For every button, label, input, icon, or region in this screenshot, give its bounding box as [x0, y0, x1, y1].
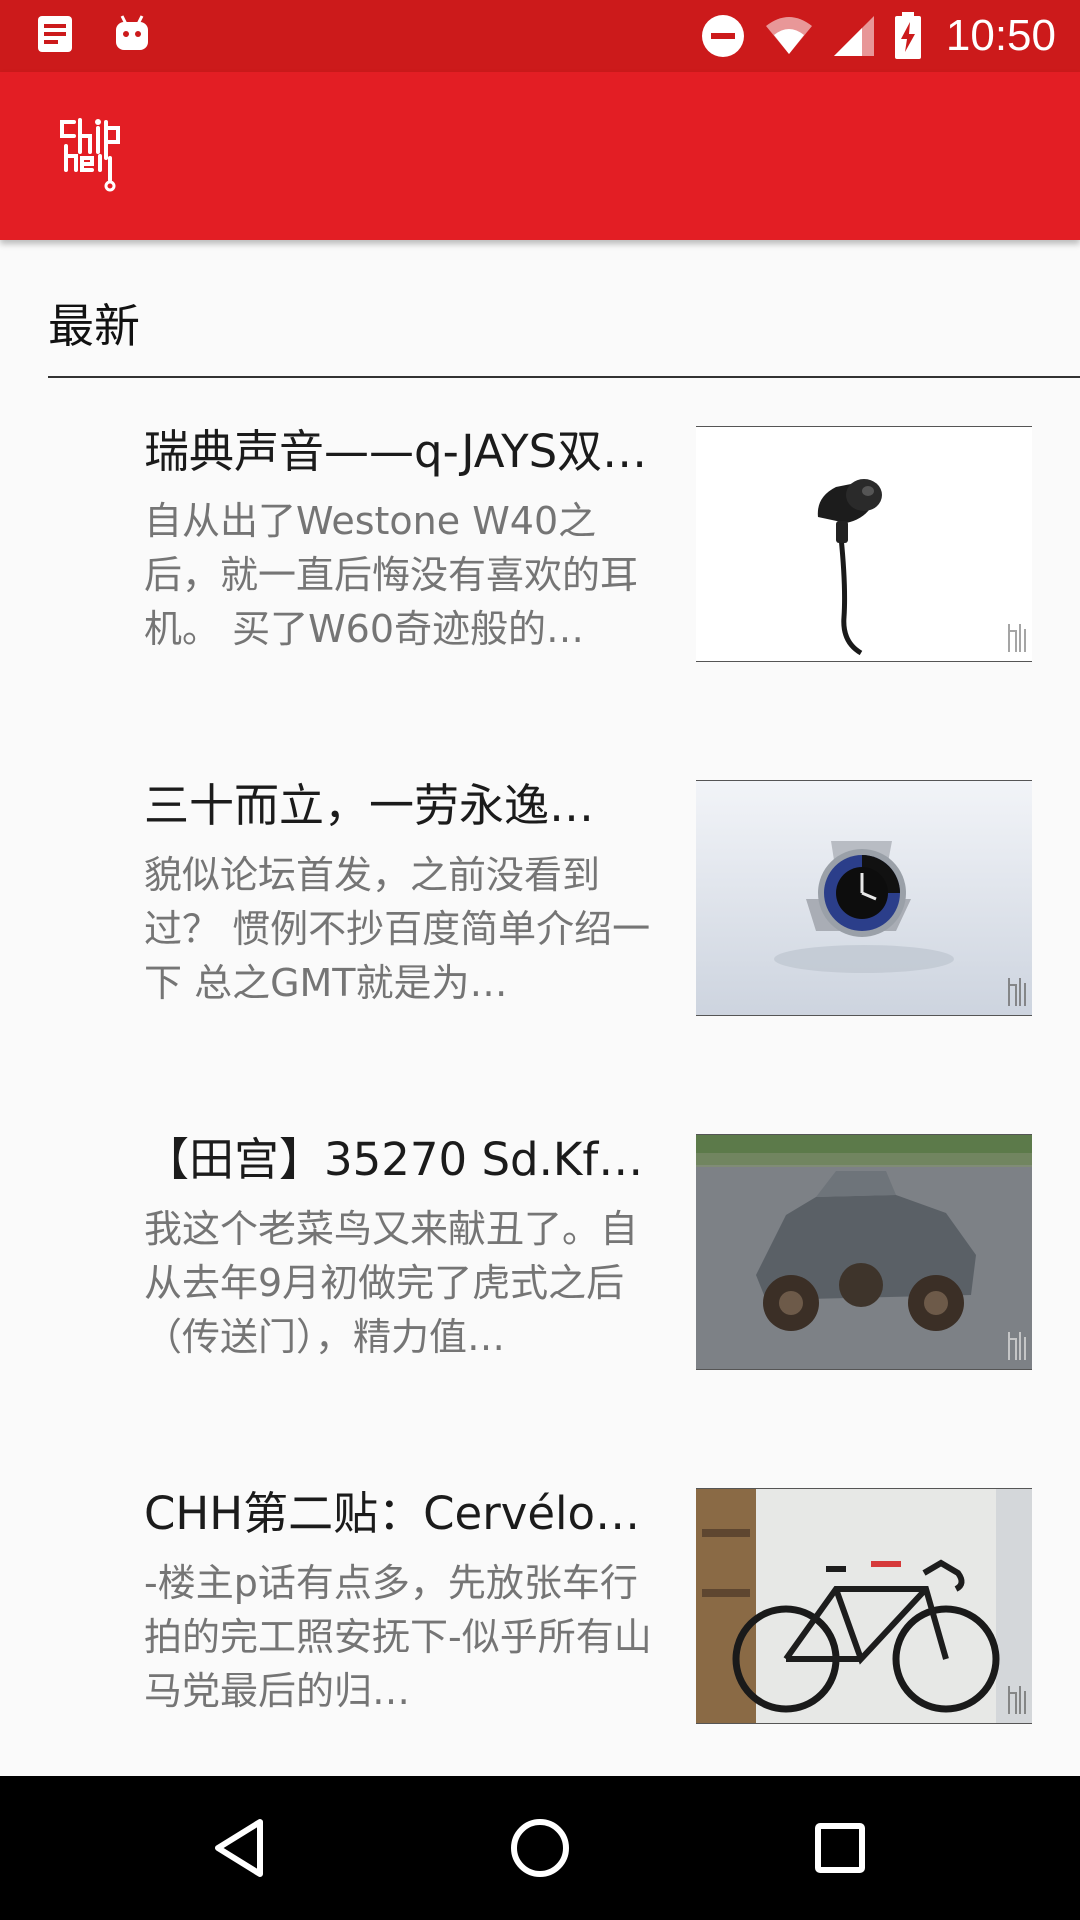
home-icon[interactable] — [504, 1812, 576, 1884]
status-bar: 10:50 — [0, 0, 1080, 72]
watermark-logo — [1008, 1686, 1026, 1714]
chiphell-logo[interactable] — [58, 118, 134, 194]
feed-item-excerpt: 貌似论坛首发，之前没看到过？ 惯例不抄百度简单介绍一下 总之GMT就是为… — [144, 853, 651, 1005]
feed-item-text: 【田宫】35270 Sd.Kf… 我这个老菜鸟又来献丑了。自从去年9月初做完了虎… — [144, 1132, 654, 1364]
back-icon[interactable] — [204, 1812, 276, 1884]
feed-item-title: 瑞典声音——q-JAYS双… — [144, 425, 648, 478]
screen: 10:50 最新 瑞典声音——q-JAYS双… 自从出了Westone W40之… — [0, 0, 1080, 1920]
armored-car-model-photo[interactable] — [696, 1134, 1032, 1370]
recents-icon[interactable] — [804, 1812, 876, 1884]
status-right: 10:50 — [700, 0, 1056, 72]
watch-photo[interactable] — [696, 780, 1032, 1016]
feed-item[interactable]: CHH第二贴：Cervélo … -楼主p话有点多，先放张车行拍的完工照安抚下-… — [0, 1440, 1080, 1740]
road-bike-photo[interactable] — [696, 1488, 1032, 1724]
app-bar — [0, 72, 1080, 240]
feed-item[interactable]: 三十而立，一劳永逸… 貌似论坛首发，之前没看到过？ 惯例不抄百度简单介绍一下 总… — [0, 732, 1080, 1032]
feed-item[interactable]: 【田宫】35270 Sd.Kf… 我这个老菜鸟又来献丑了。自从去年9月初做完了虎… — [0, 1086, 1080, 1386]
android-icon — [116, 15, 148, 50]
feed-item-excerpt: 我这个老菜鸟又来献丑了。自从去年9月初做完了虎式之后（传送门），精力值… — [144, 1207, 639, 1359]
section-title: 最新 — [48, 299, 140, 353]
notification-doc-icon — [38, 16, 72, 52]
feed-item-excerpt: 自从出了Westone W40之后，就一直后悔没有喜欢的耳机。 买了W60奇迹般… — [144, 499, 639, 651]
battery-charging-icon — [894, 12, 921, 59]
nav-bar — [0, 1776, 1080, 1920]
watermark-logo — [1008, 1332, 1026, 1360]
feed-item-title: 三十而立，一劳永逸… — [144, 779, 595, 832]
watermark-logo — [1008, 624, 1026, 652]
feed-item-text: 瑞典声音——q-JAYS双… 自从出了Westone W40之后，就一直后悔没有… — [144, 424, 654, 656]
earphone-photo[interactable] — [696, 426, 1032, 662]
feed-item-title: 【田宫】35270 Sd.Kf… — [144, 1133, 644, 1186]
feed-item-excerpt: -楼主p话有点多，先放张车行拍的完工照安抚下-似乎所有山马党最后的归… — [144, 1561, 652, 1713]
feed-item-title: CHH第二贴：Cervélo … — [144, 1487, 654, 1540]
wifi-icon — [765, 17, 812, 54]
status-left — [36, 12, 152, 56]
feed-item[interactable]: 瑞典声音——q-JAYS双… 自从出了Westone W40之后，就一直后悔没有… — [0, 378, 1080, 678]
clock: 10:50 — [945, 11, 1056, 60]
feed-item-text: CHH第二贴：Cervélo … -楼主p话有点多，先放张车行拍的完工照安抚下-… — [144, 1486, 654, 1718]
do-not-disturb-icon — [701, 15, 744, 57]
feed-item-text: 三十而立，一劳永逸… 貌似论坛首发，之前没看到过？ 惯例不抄百度简单介绍一下 总… — [144, 778, 654, 1010]
signal-icon — [833, 16, 874, 56]
watermark-logo — [1008, 978, 1026, 1006]
